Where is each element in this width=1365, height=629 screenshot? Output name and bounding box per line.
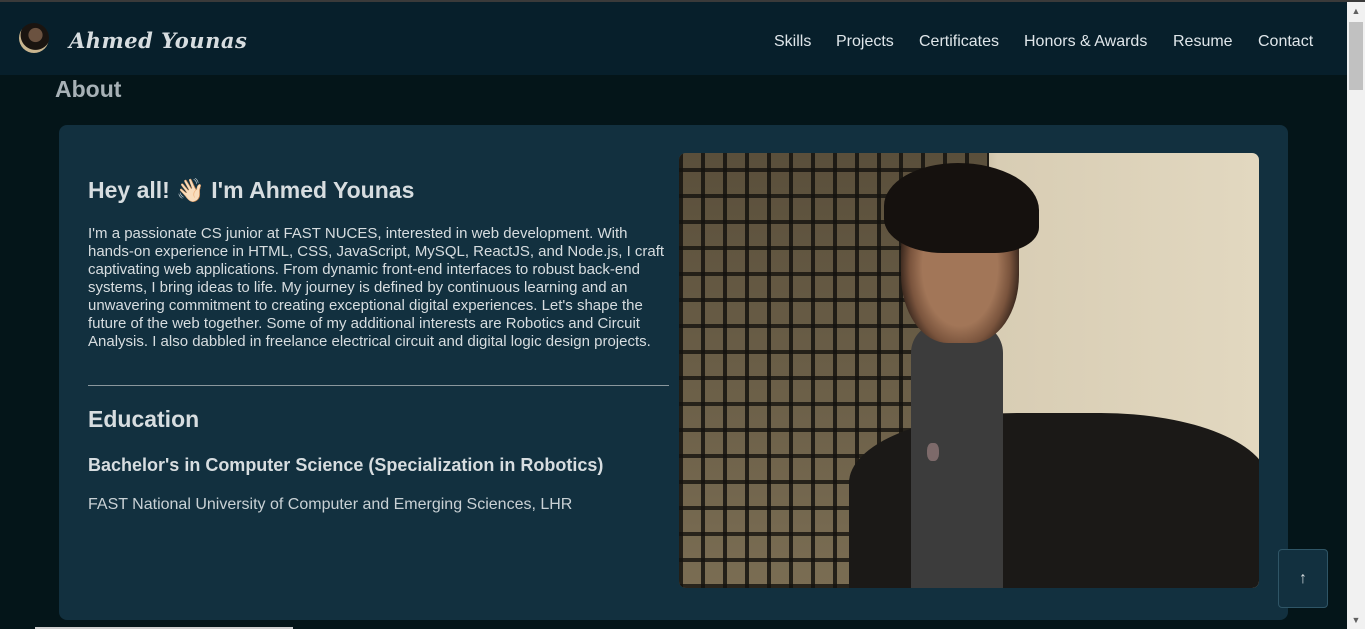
nav-links: Skills Projects Certificates Honors & Aw… [0,33,1347,55]
nav-link-projects[interactable]: Projects [836,33,894,51]
turtleneck-shape [911,323,1003,588]
greeting-heading: Hey all! 👋🏻 I'm Ahmed Younas [88,177,415,203]
degree-title: Bachelor's in Computer Science (Speciali… [88,455,604,475]
scrollbar[interactable]: ▲ ▼ [1347,2,1365,629]
about-card: Hey all! 👋🏻 I'm Ahmed Younas I'm a passi… [59,125,1288,620]
hair-shape [884,163,1039,253]
section-title-about: About [55,76,122,102]
profile-photo [679,153,1259,588]
pendant-shape [927,443,939,461]
scroll-down-arrow-icon[interactable]: ▼ [1347,611,1365,629]
bio-paragraph: I'm a passionate CS junior at FAST NUCES… [88,225,665,350]
scroll-to-top-button[interactable]: ↑ [1278,549,1328,608]
scrollbar-thumb[interactable] [1349,22,1363,90]
nav-link-contact[interactable]: Contact [1258,33,1313,51]
nav-link-honors-awards[interactable]: Honors & Awards [1024,33,1147,51]
nav-link-certificates[interactable]: Certificates [919,33,999,51]
nav-link-skills[interactable]: Skills [774,33,811,51]
divider [88,385,669,386]
university-name: FAST National University of Computer and… [88,496,573,513]
education-heading: Education [88,406,200,432]
nav-link-resume[interactable]: Resume [1173,33,1233,51]
scroll-up-arrow-icon[interactable]: ▲ [1347,2,1365,20]
navbar: Ahmed Younas Skills Projects Certificate… [0,2,1347,75]
